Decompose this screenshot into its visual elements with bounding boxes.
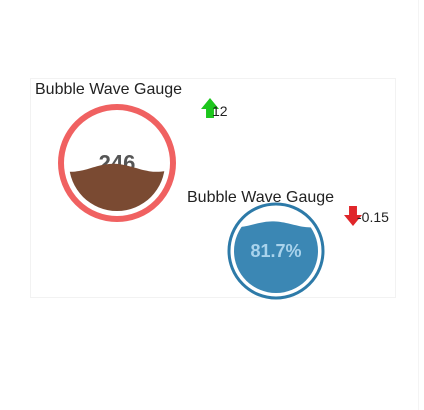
gauge-2: Bubble Wave Gauge -0.15 81.7%: [187, 189, 389, 300]
gauge-canvas: Bubble Wave Gauge 12 246 Bubble Wave Gau…: [35, 81, 389, 300]
gauge-2-value-label: 81.7%: [250, 241, 301, 261]
gauge-2-title: Bubble Wave Gauge: [187, 189, 334, 206]
gauge-1-title: Bubble Wave Gauge: [35, 81, 182, 98]
gauge-2-change: -0.15: [357, 209, 389, 225]
gauge-1-change: 12: [212, 103, 228, 119]
